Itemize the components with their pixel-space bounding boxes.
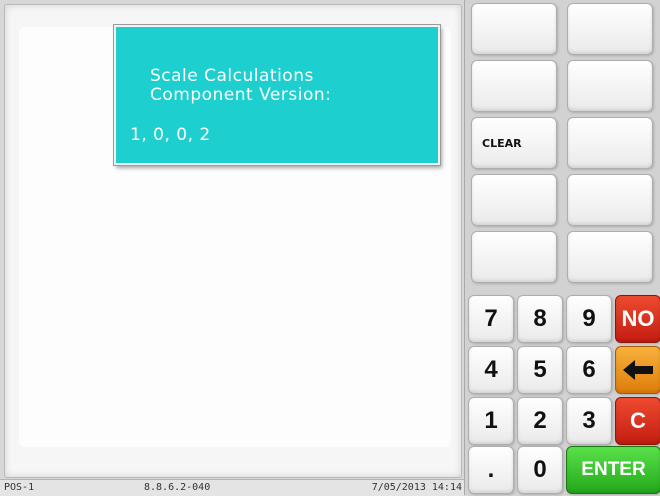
function-key-7[interactable] — [471, 174, 557, 226]
key-6-label: 6 — [582, 356, 596, 383]
software-version: 8.8.6.2-040 — [144, 482, 211, 493]
key-panel: CLEAR 7 8 9 NO 4 5 6 1 2 3 C . 0 ENTER — [464, 0, 660, 495]
key-1-label: 1 — [484, 407, 498, 434]
c-button-label: C — [630, 408, 646, 433]
decimal-point-key[interactable]: . — [468, 446, 514, 494]
key-2-label: 2 — [533, 407, 547, 434]
clear-button-label: CLEAR — [482, 136, 522, 150]
function-key-4[interactable] — [567, 60, 653, 112]
key-0[interactable]: 0 — [517, 446, 563, 494]
key-5[interactable]: 5 — [517, 346, 563, 394]
message-title-line1: Scale Calculations — [150, 66, 314, 86]
key-2[interactable]: 2 — [517, 397, 563, 445]
key-9-label: 9 — [582, 305, 596, 332]
no-button-label: NO — [621, 306, 655, 331]
date-time: 7/05/2013 14:14 — [371, 482, 462, 493]
key-7[interactable]: 7 — [468, 295, 514, 343]
function-key-1[interactable] — [471, 3, 557, 55]
key-7-label: 7 — [484, 305, 498, 332]
left-arrow-icon — [623, 360, 653, 380]
function-key-9[interactable] — [471, 231, 557, 283]
key-8-label: 8 — [533, 305, 547, 332]
status-bar: POS-1 8.8.6.2-040 7/05/2013 14:14 — [0, 479, 464, 496]
key-5-label: 5 — [533, 356, 547, 383]
key-6[interactable]: 6 — [566, 346, 612, 394]
no-button[interactable]: NO — [615, 295, 660, 343]
function-key-6[interactable] — [567, 117, 653, 169]
backspace-button[interactable] — [615, 346, 660, 394]
function-key-2[interactable] — [567, 3, 653, 55]
enter-button[interactable]: ENTER — [566, 446, 660, 494]
key-3[interactable]: 3 — [566, 397, 612, 445]
scale-version-message-box: Scale Calculations Component Version: 1,… — [114, 25, 440, 165]
clear-button[interactable]: CLEAR — [471, 117, 557, 169]
function-key-3[interactable] — [471, 60, 557, 112]
message-title-line2: Component Version: — [150, 85, 332, 105]
component-version-value: 1, 0, 0, 2 — [130, 125, 211, 145]
key-9[interactable]: 9 — [566, 295, 612, 343]
enter-button-label: ENTER — [581, 459, 646, 480]
key-0-label: 0 — [533, 456, 547, 483]
function-key-8[interactable] — [567, 174, 653, 226]
key-4[interactable]: 4 — [468, 346, 514, 394]
terminal-id: POS-1 — [4, 482, 35, 493]
message-title: Scale Calculations Component Version: — [150, 67, 331, 105]
key-3-label: 3 — [582, 407, 596, 434]
key-4-label: 4 — [484, 356, 498, 383]
decimal-point-label: . — [487, 456, 495, 483]
key-8[interactable]: 8 — [517, 295, 563, 343]
c-clear-button[interactable]: C — [615, 397, 660, 445]
function-key-10[interactable] — [567, 231, 653, 283]
key-1[interactable]: 1 — [468, 397, 514, 445]
